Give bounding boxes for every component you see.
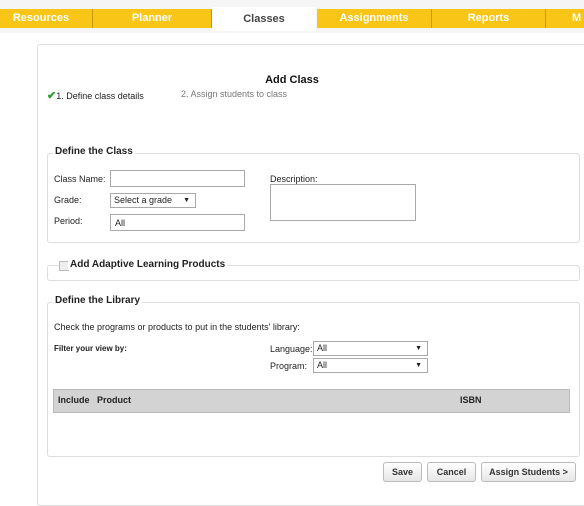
- assign-students-button[interactable]: Assign Students >: [481, 462, 576, 482]
- column-product: Product: [97, 395, 132, 405]
- period-label: Period:: [54, 216, 83, 226]
- program-select[interactable]: All ▼: [313, 358, 428, 373]
- column-include: Include: [58, 395, 90, 405]
- tab-reports[interactable]: Reports: [432, 9, 546, 28]
- language-label: Language:: [270, 344, 313, 354]
- program-select-value: All: [317, 360, 328, 370]
- page-title: Add Class: [265, 74, 319, 86]
- description-label: Description:: [270, 174, 318, 184]
- tab-resources[interactable]: Resources: [0, 9, 93, 28]
- chevron-down-icon: ▼: [183, 197, 190, 204]
- description-textarea[interactable]: [270, 184, 416, 221]
- step-1-label: 1. Define class details: [56, 91, 144, 101]
- step-2: 2. Assign students to class: [181, 89, 288, 99]
- class-name-input[interactable]: [110, 170, 245, 187]
- grade-select[interactable]: Select a grade ▼: [110, 193, 196, 208]
- cancel-button[interactable]: Cancel: [427, 462, 476, 482]
- language-select[interactable]: All ▼: [313, 341, 428, 356]
- library-instructions: Check the programs or products to put in…: [54, 322, 300, 332]
- tab-more[interactable]: M: [546, 9, 584, 28]
- define-class-legend: Define the Class: [53, 146, 135, 157]
- adaptive-label: Add Adaptive Learning Products: [68, 259, 228, 270]
- chevron-down-icon: ▼: [415, 362, 422, 369]
- column-isbn: ISBN: [460, 395, 482, 405]
- checkmark-icon: ✔: [47, 90, 57, 102]
- tab-classes[interactable]: Classes: [212, 7, 316, 31]
- grade-select-value: Select a grade: [114, 195, 173, 205]
- define-library-legend: Define the Library: [53, 295, 143, 306]
- language-select-value: All: [317, 343, 328, 353]
- tab-assignments[interactable]: Assignments: [317, 9, 432, 28]
- period-input[interactable]: All: [110, 214, 245, 231]
- filter-label: Filter your view by:: [54, 344, 127, 353]
- save-button[interactable]: Save: [383, 462, 422, 482]
- grade-label: Grade:: [54, 195, 82, 205]
- tab-planner[interactable]: Planner: [93, 9, 212, 28]
- library-table-header: Include Product ISBN: [53, 389, 570, 413]
- step-1: ✔1. Define class details: [47, 89, 144, 102]
- top-navigation: Resources Planner Classes Assignments Re…: [0, 0, 584, 33]
- program-label: Program:: [270, 361, 308, 371]
- chevron-down-icon: ▼: [415, 345, 422, 352]
- class-name-label: Class Name:: [54, 174, 106, 184]
